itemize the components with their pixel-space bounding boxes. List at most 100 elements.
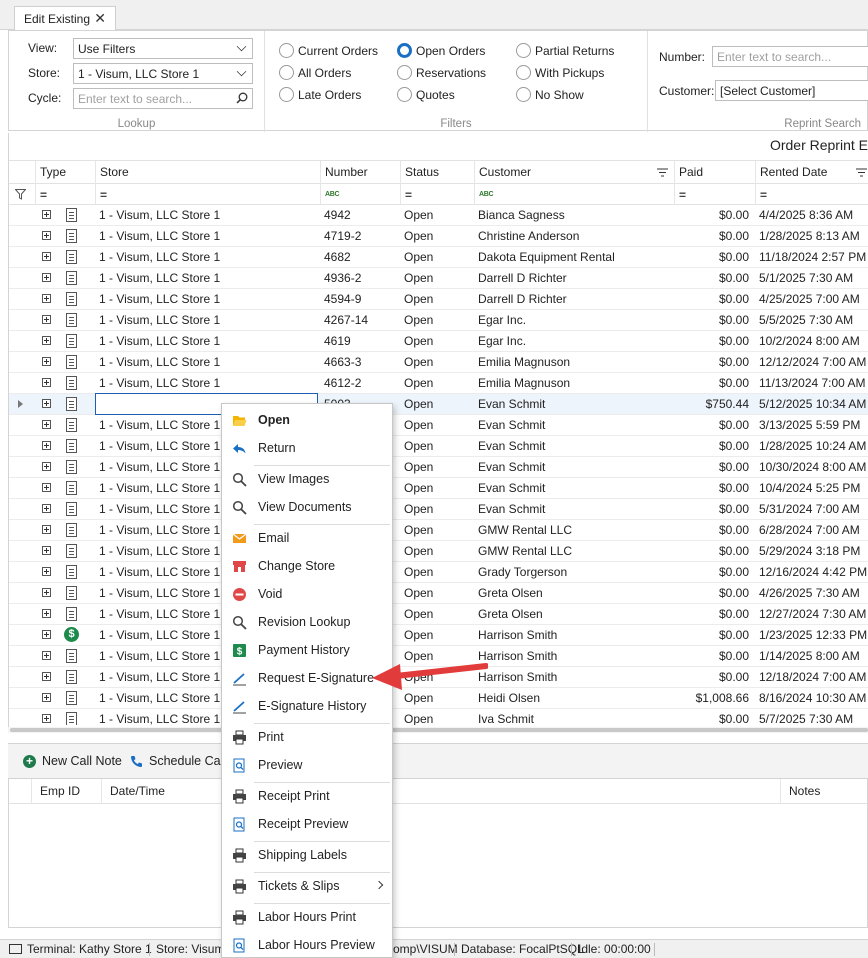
menu-item-labor-hours-print[interactable]: Labor Hours Print bbox=[222, 903, 392, 931]
expand-row-icon[interactable] bbox=[42, 504, 51, 513]
menu-item-return[interactable]: Return bbox=[222, 434, 392, 462]
menu-item-receipt-print[interactable]: Receipt Print bbox=[222, 782, 392, 810]
radio-with-pickups[interactable]: With Pickups bbox=[516, 65, 604, 80]
menu-item-payment-history[interactable]: $ Payment History bbox=[222, 636, 392, 664]
radio-open-orders[interactable]: Open Orders bbox=[397, 43, 485, 58]
column-header-emp-id[interactable]: Emp ID bbox=[31, 779, 101, 804]
new-call-note-button[interactable]: + New Call Note bbox=[23, 754, 122, 768]
expand-row-icon[interactable] bbox=[42, 651, 51, 660]
expand-row-icon[interactable] bbox=[42, 273, 51, 282]
menu-item-open[interactable]: Open bbox=[222, 406, 392, 434]
table-row[interactable]: 1 - Visum, LLC Store 1 4612-2 Open Emilia M… bbox=[9, 373, 868, 394]
menu-item-tickets-slips[interactable]: Tickets & Slips bbox=[222, 872, 392, 900]
table-row[interactable]: 1 - Visum, LLC Store 1 4719-2 Open Christin… bbox=[9, 226, 868, 247]
expand-row-icon[interactable] bbox=[42, 357, 51, 366]
scrollbar-thumb[interactable] bbox=[10, 728, 868, 732]
menu-item-labor-hours-preview[interactable]: Labor Hours Preview bbox=[222, 931, 392, 958]
table-row[interactable]: 1 - Visum, LLC Store 1 4682 Open Dakota Equ… bbox=[9, 247, 868, 268]
number-search-input[interactable]: Enter text to search... bbox=[712, 46, 868, 67]
table-row[interactable]: 1 - Visum, LLC Store 1 4619 Open Egar Inc. $… bbox=[9, 331, 868, 352]
table-row[interactable]: 1 - Visum, LLC Store 1 4267-14 Open Egar In… bbox=[9, 310, 868, 331]
table-row[interactable]: 1 - Visum, LLC Store 1 4936-2 Open Darrell … bbox=[9, 268, 868, 289]
expand-row-icon[interactable] bbox=[42, 588, 51, 597]
view-select[interactable]: Use Filters bbox=[73, 38, 253, 59]
table-row[interactable]: 1 - Visum, LLC Store 1 Open Evan Schmit $0.… bbox=[9, 499, 868, 520]
table-row[interactable]: 1 - Visum, LLC Store 15003OpenEvan Schmi… bbox=[9, 393, 868, 415]
menu-item-print[interactable]: Print bbox=[222, 723, 392, 751]
menu-item-view-images[interactable]: View Images bbox=[222, 465, 392, 493]
column-header-date-time[interactable]: Date/Time bbox=[101, 779, 791, 804]
column-header-store[interactable]: Store bbox=[95, 161, 320, 185]
menu-item-email[interactable]: Email bbox=[222, 524, 392, 552]
expand-row-icon[interactable] bbox=[42, 294, 51, 303]
radio-reservations[interactable]: Reservations bbox=[397, 65, 486, 80]
expand-row-icon[interactable] bbox=[42, 210, 51, 219]
table-row[interactable]: 1 - Visum, LLC Store 1 Open Evan Schmit $0.… bbox=[9, 436, 868, 457]
expand-row-icon[interactable] bbox=[42, 441, 51, 450]
table-row[interactable]: 1 - Visum, LLC Store 1 Open GMW Rental LLC… bbox=[9, 520, 868, 541]
column-header-type[interactable]: Type bbox=[35, 161, 95, 185]
expand-row-icon[interactable] bbox=[42, 567, 51, 576]
expand-row-icon[interactable] bbox=[42, 378, 51, 387]
expand-row-icon[interactable] bbox=[42, 546, 51, 555]
filter-icon[interactable] bbox=[15, 189, 26, 200]
table-row[interactable]: 1 - Visum, LLC Store 1 Open Evan Schmit $0.… bbox=[9, 457, 868, 478]
expand-row-icon[interactable] bbox=[42, 231, 51, 240]
radio-current-orders[interactable]: Current Orders bbox=[279, 43, 378, 58]
filter-number[interactable]: ABC bbox=[320, 184, 400, 205]
radio-partial-returns[interactable]: Partial Returns bbox=[516, 43, 614, 58]
cycle-search-input[interactable]: Enter text to search... bbox=[73, 88, 253, 109]
expand-row-icon[interactable] bbox=[42, 609, 51, 618]
column-header-notes[interactable]: Notes bbox=[780, 779, 867, 804]
close-icon[interactable]: ✕ bbox=[94, 10, 106, 27]
filter-type[interactable]: = bbox=[35, 184, 95, 205]
store-select[interactable]: 1 - Visum, LLC Store 1 bbox=[73, 63, 253, 84]
expand-row-icon[interactable] bbox=[42, 525, 51, 534]
menu-item-void[interactable]: Void bbox=[222, 580, 392, 608]
table-row[interactable]: 1 - Visum, LLC Store 1 Open GMW Rental LLC… bbox=[9, 541, 868, 562]
radio-late-orders[interactable]: Late Orders bbox=[279, 87, 361, 102]
radio-quotes[interactable]: Quotes bbox=[397, 87, 455, 102]
customer-select[interactable]: [Select Customer] bbox=[715, 80, 868, 101]
expand-row-icon[interactable] bbox=[42, 420, 51, 429]
table-row[interactable]: 1 - Visum, LLC Store 1 4594-9 Open Darrell … bbox=[9, 289, 868, 310]
table-row[interactable]: 1 - Visum, LLC Store 1 Open Grady Torgerso… bbox=[9, 562, 868, 583]
expand-row-icon[interactable] bbox=[42, 714, 51, 723]
table-row[interactable]: 1 - Visum, LLC Store 1 Open Greta Olsen $0.… bbox=[9, 604, 868, 625]
column-header-rented-date[interactable]: Rented Date bbox=[755, 161, 868, 185]
menu-item-receipt-preview[interactable]: Receipt Preview bbox=[222, 810, 392, 838]
table-row[interactable]: 1 - Visum, LLC Store 1 Open Evan Schmit $0.… bbox=[9, 415, 868, 436]
menu-item-e-signature-history[interactable]: E-Signature History bbox=[222, 692, 392, 720]
table-row[interactable]: 1 - Visum, LLC Store 1 4942 Open Bianca Sag… bbox=[9, 205, 868, 226]
column-header-number[interactable]: Number bbox=[320, 161, 400, 185]
radio-all-orders[interactable]: All Orders bbox=[279, 65, 351, 80]
radio-no-show[interactable]: No Show bbox=[516, 87, 584, 102]
filter-store[interactable]: = bbox=[95, 184, 320, 205]
table-row[interactable]: $1 - Visum, LLC Store 1 Open Harrison Smit… bbox=[9, 625, 868, 646]
menu-item-revision-lookup[interactable]: Revision Lookup bbox=[222, 608, 392, 636]
expand-row-icon[interactable] bbox=[42, 483, 51, 492]
filter-paid[interactable]: = bbox=[674, 184, 755, 205]
column-header-paid[interactable]: Paid bbox=[674, 161, 755, 185]
expand-row-icon[interactable] bbox=[42, 399, 51, 408]
filter-status[interactable]: = bbox=[400, 184, 474, 205]
column-header-status[interactable]: Status bbox=[400, 161, 474, 185]
menu-item-change-store[interactable]: Change Store bbox=[222, 552, 392, 580]
expand-row-icon[interactable] bbox=[42, 462, 51, 471]
expand-row-icon[interactable] bbox=[42, 693, 51, 702]
menu-item-request-e-signature[interactable]: Request E-Signature bbox=[222, 664, 392, 692]
menu-item-preview[interactable]: Preview bbox=[222, 751, 392, 779]
tab-edit-existing[interactable]: Edit Existing ✕ bbox=[14, 6, 116, 31]
schedule-call-button[interactable]: Schedule Call bbox=[130, 754, 226, 768]
expand-row-icon[interactable] bbox=[42, 672, 51, 681]
expand-row-icon[interactable] bbox=[42, 252, 51, 261]
table-row[interactable]: 1 - Visum, LLC Store 1 Open Iva Schmit $0.0… bbox=[9, 709, 868, 725]
search-icon[interactable] bbox=[236, 92, 248, 104]
table-row[interactable]: 1 - Visum, LLC Store 1 4663-3 Open Emilia M… bbox=[9, 352, 868, 373]
table-row[interactable]: 1 - Visum, LLC Store 1 Open Evan Schmit $0.… bbox=[9, 478, 868, 499]
filter-rented-date[interactable]: = bbox=[755, 184, 868, 205]
expand-row-icon[interactable] bbox=[42, 336, 51, 345]
expand-row-icon[interactable] bbox=[42, 315, 51, 324]
menu-item-shipping-labels[interactable]: Shipping Labels bbox=[222, 841, 392, 869]
table-row[interactable]: 1 - Visum, LLC Store 1 Open Greta Olsen $0.… bbox=[9, 583, 868, 604]
